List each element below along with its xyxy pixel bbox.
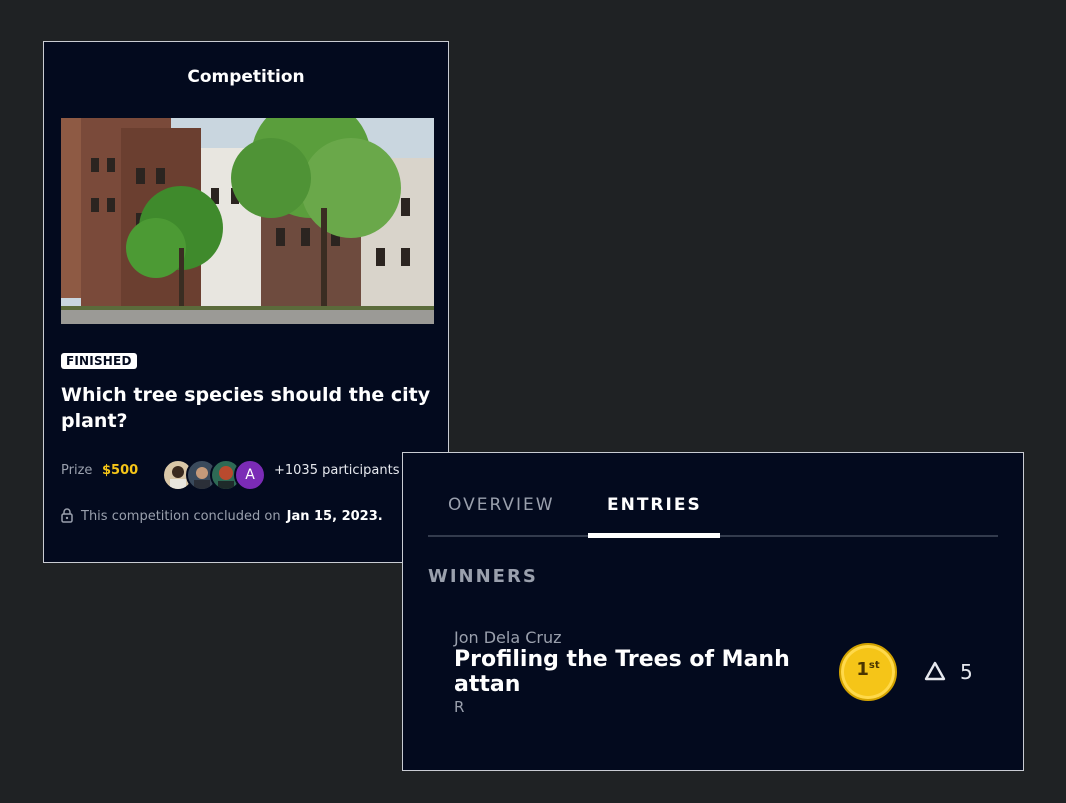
- vote-count: 5: [960, 660, 973, 684]
- tab-entries[interactable]: ENTRIES: [607, 495, 702, 515]
- gold-medal-icon: 1st: [839, 643, 897, 701]
- tab-overview[interactable]: OVERVIEW: [448, 495, 555, 515]
- prize-value: $500: [102, 463, 139, 478]
- entry-language: R: [454, 698, 465, 716]
- active-tab-indicator: [588, 533, 720, 538]
- prize-label: Prize: [61, 463, 93, 478]
- entry-author[interactable]: Jon Dela Cruz: [454, 628, 562, 647]
- medal-rank-suffix: st: [868, 660, 880, 671]
- entries-card: OVERVIEW ENTRIES WINNERS Jon Dela Cruz P…: [402, 452, 1024, 771]
- entry-title[interactable]: Profiling the Trees of Manhattan: [454, 647, 794, 697]
- card-title: Competition: [187, 67, 305, 87]
- triangle-upvote-icon[interactable]: [923, 660, 947, 686]
- status-badge: FINISHED: [61, 353, 137, 369]
- competition-card[interactable]: Competition FINISHED Which tree species …: [43, 41, 449, 563]
- competition-question[interactable]: Which tree species should the city plant…: [61, 382, 431, 434]
- medal-rank: 1: [856, 659, 869, 680]
- concluded-date: Jan 15, 2023.: [286, 509, 383, 524]
- competition-photo: [61, 118, 434, 324]
- section-title: WINNERS: [428, 566, 538, 587]
- lock-icon: [61, 508, 73, 527]
- avatar: A: [234, 459, 266, 491]
- concluded-notice: This competition concluded on Jan 15, 202…: [61, 508, 383, 527]
- participants-count[interactable]: +1035 participants: [274, 463, 399, 478]
- concluded-text: This competition concluded on: [81, 509, 281, 524]
